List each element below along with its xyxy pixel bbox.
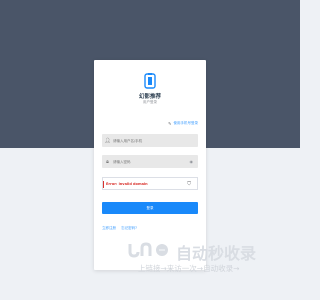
captcha-error-text: Error: invalid domain [106, 181, 148, 186]
register-link[interactable]: 立即注册 [102, 226, 116, 230]
shield-icon: ⛉ [187, 180, 191, 187]
login-card: 幻影推荐 用户登录 ✎ 使用手机号登录 👤︎ 🔒︎ ◉ Error: inval… [94, 60, 206, 270]
eye-icon[interactable]: ◉ [190, 159, 194, 164]
qr-login-link[interactable]: ✎ 使用手机号登录 [168, 121, 198, 126]
username-input[interactable] [113, 138, 188, 143]
login-subtitle: 用户登录 [143, 100, 157, 104]
lock-icon: 🔒︎ [106, 158, 109, 165]
username-field[interactable]: 👤︎ [102, 134, 198, 147]
watermark-title: 自动秒收录 [176, 244, 257, 263]
qr-login-label: 使用手机号登录 [173, 121, 199, 125]
captcha-widget[interactable]: Error: invalid domain ⛉ [102, 177, 198, 190]
captcha-error-marker [103, 181, 104, 188]
user-icon: 👤︎ [104, 137, 111, 144]
watermark-subtitle: 上链接→来访一次→自动收录→ [138, 264, 240, 273]
watermark: 自动秒收录 上链接→来访一次→自动收录→ [128, 240, 288, 280]
watermark-logo-icon [128, 242, 168, 258]
login-button[interactable]: 登录 [102, 202, 198, 214]
password-field[interactable]: 🔒︎ ◉ [102, 155, 198, 168]
tool-icon: ✎ [168, 121, 172, 126]
footer-links: 立即注册 忘记密码? [102, 226, 141, 231]
password-input[interactable] [113, 159, 188, 164]
app-name: 幻影推荐 [138, 94, 161, 100]
forgot-password-link[interactable]: 忘记密码? [121, 226, 137, 230]
app-logo-icon [144, 73, 156, 89]
